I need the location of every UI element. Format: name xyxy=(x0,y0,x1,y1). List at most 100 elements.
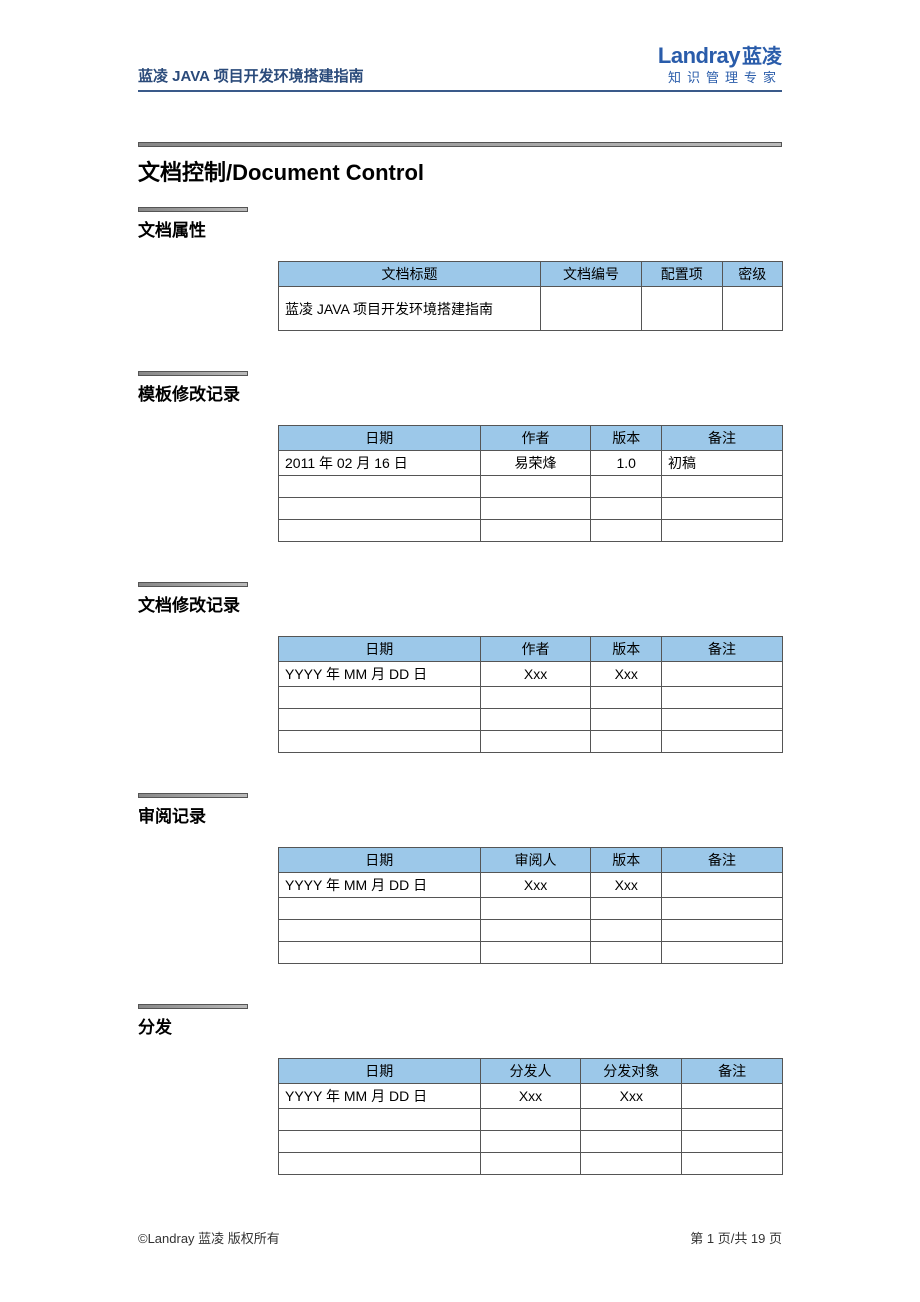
td-note xyxy=(662,942,783,964)
page-header: 蓝凌 JAVA 项目开发环境搭建指南 Landray蓝凌 知识管理专家 xyxy=(138,40,782,92)
td-date xyxy=(279,687,481,709)
section-template-rev: 模板修改记录 日期 作者 版本 备注 2011 年 02 月 16 日 易荣烽 … xyxy=(138,371,782,542)
table-row: YYYY 年 MM 月 DD 日 Xxx Xxx xyxy=(279,1084,783,1109)
th-date: 日期 xyxy=(279,637,481,662)
table-row xyxy=(279,687,783,709)
header-title: 蓝凌 JAVA 项目开发环境搭建指南 xyxy=(138,65,364,86)
section-bar xyxy=(138,371,248,376)
section-title-doc-rev: 文档修改记录 xyxy=(138,591,782,616)
td-note xyxy=(662,498,783,520)
th-author: 作者 xyxy=(480,637,591,662)
table-dist: 日期 分发人 分发对象 备注 YYYY 年 MM 月 DD 日 Xxx Xxx xyxy=(278,1058,783,1175)
td-note xyxy=(682,1153,783,1175)
td-note xyxy=(662,920,783,942)
logo-line: Landray蓝凌 xyxy=(658,40,782,69)
td-dist-target xyxy=(581,1109,682,1131)
footer-copyright: ©Landray 蓝凌 版权所有 xyxy=(138,1228,280,1247)
th-note: 备注 xyxy=(662,848,783,873)
section-title-dist: 分发 xyxy=(138,1013,782,1038)
th-secret: 密级 xyxy=(722,262,782,287)
td-version xyxy=(591,898,662,920)
section-attributes: 文档属性 文档标题 文档编号 配置项 密级 蓝凌 JAVA 项目开发环境搭建指南 xyxy=(138,207,782,331)
section-dist: 分发 日期 分发人 分发对象 备注 YYYY 年 MM 月 DD 日 Xxx X… xyxy=(138,1004,782,1175)
td-note xyxy=(682,1131,783,1153)
td-dist-person: Xxx xyxy=(480,1084,581,1109)
table-doc-rev: 日期 作者 版本 备注 YYYY 年 MM 月 DD 日 Xxx Xxx xyxy=(278,636,783,753)
table-row: YYYY 年 MM 月 DD 日 Xxx Xxx xyxy=(279,662,783,687)
td-dist-target xyxy=(581,1153,682,1175)
td-date xyxy=(279,520,481,542)
td-doc-no xyxy=(541,287,642,331)
td-date xyxy=(279,1109,481,1131)
table-row xyxy=(279,520,783,542)
table-attributes: 文档标题 文档编号 配置项 密级 蓝凌 JAVA 项目开发环境搭建指南 xyxy=(278,261,783,331)
table-template-rev: 日期 作者 版本 备注 2011 年 02 月 16 日 易荣烽 1.0 初稿 xyxy=(278,425,783,542)
table-wrap: 日期 作者 版本 备注 2011 年 02 月 16 日 易荣烽 1.0 初稿 xyxy=(278,425,782,542)
td-version xyxy=(591,709,662,731)
td-date: YYYY 年 MM 月 DD 日 xyxy=(279,662,481,687)
td-author xyxy=(480,520,591,542)
td-author: 易荣烽 xyxy=(480,451,591,476)
td-date xyxy=(279,709,481,731)
table-review: 日期 审阅人 版本 备注 YYYY 年 MM 月 DD 日 Xxx Xxx xyxy=(278,847,783,964)
table-header-row: 文档标题 文档编号 配置项 密级 xyxy=(279,262,783,287)
td-dist-target xyxy=(581,1131,682,1153)
table-wrap: 日期 分发人 分发对象 备注 YYYY 年 MM 月 DD 日 Xxx Xxx xyxy=(278,1058,782,1175)
table-header-row: 日期 作者 版本 备注 xyxy=(279,426,783,451)
td-date: 2011 年 02 月 16 日 xyxy=(279,451,481,476)
th-version: 版本 xyxy=(591,637,662,662)
table-row xyxy=(279,942,783,964)
main-title: 文档控制/Document Control xyxy=(138,155,782,187)
section-bar xyxy=(138,793,248,798)
td-note xyxy=(662,873,783,898)
section-bar xyxy=(138,582,248,587)
td-note xyxy=(662,687,783,709)
section-title-template-rev: 模板修改记录 xyxy=(138,380,782,405)
td-dist-person xyxy=(480,1109,581,1131)
td-version: Xxx xyxy=(591,873,662,898)
td-note xyxy=(662,731,783,753)
td-date xyxy=(279,731,481,753)
td-note: 初稿 xyxy=(662,451,783,476)
logo-subtitle: 知识管理专家 xyxy=(658,67,782,86)
td-secret xyxy=(722,287,782,331)
th-version: 版本 xyxy=(591,426,662,451)
td-version xyxy=(591,476,662,498)
table-row xyxy=(279,498,783,520)
td-author xyxy=(480,731,591,753)
td-version xyxy=(591,498,662,520)
th-dist-person: 分发人 xyxy=(480,1059,581,1084)
th-note: 备注 xyxy=(662,637,783,662)
td-reviewer: Xxx xyxy=(480,873,591,898)
th-date: 日期 xyxy=(279,1059,481,1084)
divider-bar xyxy=(138,142,782,147)
page-footer: ©Landray 蓝凌 版权所有 第 1 页/共 19 页 xyxy=(138,1228,782,1247)
section-bar xyxy=(138,1004,248,1009)
td-reviewer xyxy=(480,920,591,942)
td-date xyxy=(279,1153,481,1175)
th-config: 配置项 xyxy=(641,262,722,287)
table-header-row: 日期 分发人 分发对象 备注 xyxy=(279,1059,783,1084)
td-date: YYYY 年 MM 月 DD 日 xyxy=(279,1084,481,1109)
section-title-review: 审阅记录 xyxy=(138,802,782,827)
td-version: Xxx xyxy=(591,662,662,687)
td-author xyxy=(480,476,591,498)
th-dist-target: 分发对象 xyxy=(581,1059,682,1084)
td-reviewer xyxy=(480,942,591,964)
table-row: 蓝凌 JAVA 项目开发环境搭建指南 xyxy=(279,287,783,331)
table-wrap: 日期 作者 版本 备注 YYYY 年 MM 月 DD 日 Xxx Xxx xyxy=(278,636,782,753)
td-author xyxy=(480,498,591,520)
td-version xyxy=(591,942,662,964)
td-note xyxy=(662,520,783,542)
section-title-attributes: 文档属性 xyxy=(138,216,782,241)
td-doc-title: 蓝凌 JAVA 项目开发环境搭建指南 xyxy=(279,287,541,331)
table-wrap: 文档标题 文档编号 配置项 密级 蓝凌 JAVA 项目开发环境搭建指南 xyxy=(278,261,782,331)
td-reviewer xyxy=(480,898,591,920)
th-reviewer: 审阅人 xyxy=(480,848,591,873)
td-author: Xxx xyxy=(480,662,591,687)
section-bar xyxy=(138,207,248,212)
table-row xyxy=(279,476,783,498)
td-date xyxy=(279,898,481,920)
th-note: 备注 xyxy=(682,1059,783,1084)
table-row xyxy=(279,731,783,753)
